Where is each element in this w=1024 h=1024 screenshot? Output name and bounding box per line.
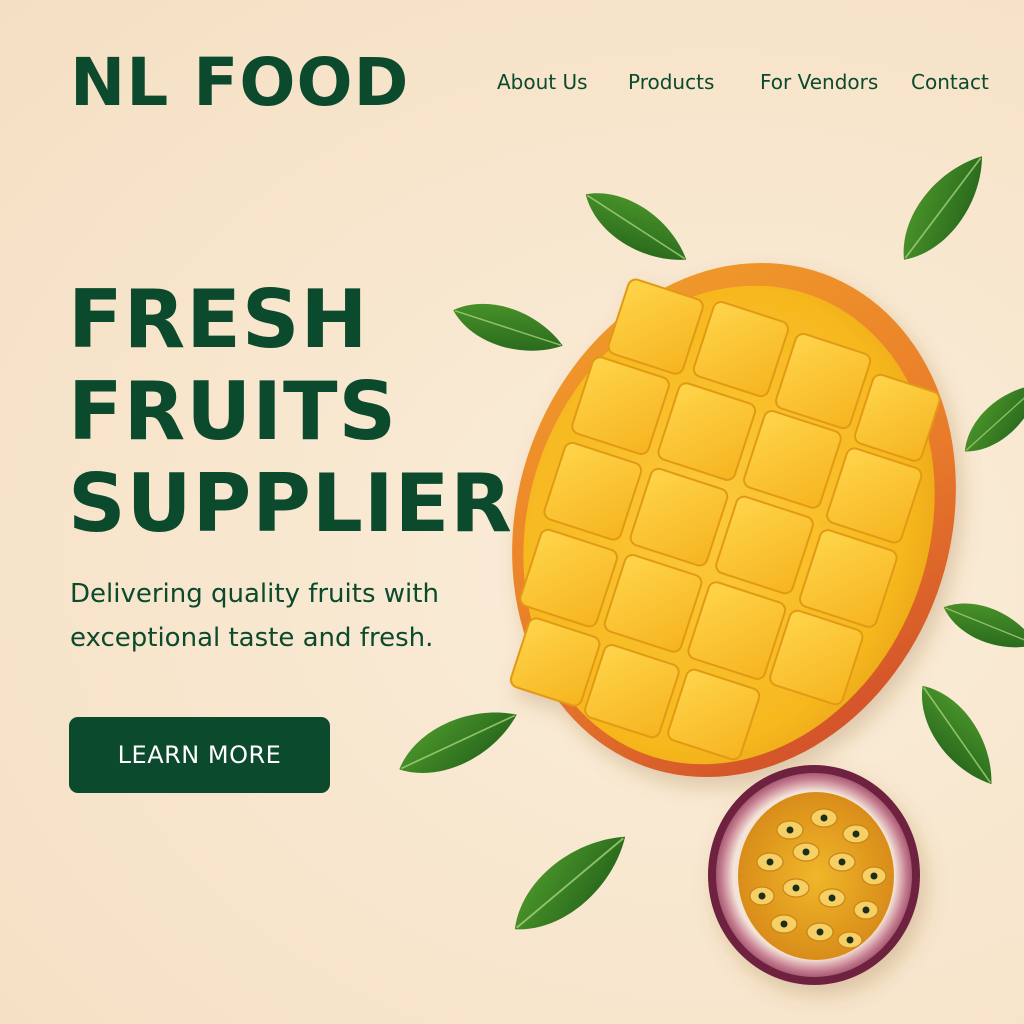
leaf-icon [885, 142, 1001, 274]
leaf-icon [952, 371, 1024, 465]
hero-tagline-line: Delivering quality fruits with [70, 579, 439, 609]
passion-fruit-icon [708, 765, 920, 985]
hero-tagline-line: exceptional taste and fresh. [70, 623, 434, 653]
hero-headline-line: FRESH [68, 273, 369, 366]
learn-more-button[interactable]: LEARN MORE [69, 717, 330, 793]
mango-icon [509, 262, 956, 778]
nav-for-vendors[interactable]: For Vendors [760, 70, 878, 94]
leaf-icon [498, 817, 642, 949]
nav-products[interactable]: Products [628, 70, 714, 94]
hero-headline: FRESH FRUITS SUPPLIER [68, 274, 513, 550]
leaf-icon [905, 673, 1009, 797]
nav-contact[interactable]: Contact [911, 70, 989, 94]
leaf-icon [389, 693, 527, 791]
nav-about-us[interactable]: About Us [497, 70, 588, 94]
hero-headline-line: FRUITS [68, 365, 398, 458]
main-nav: About Us Products For Vendors Contact [0, 70, 1024, 94]
hero-headline-line: SUPPLIER [68, 457, 513, 550]
leaf-icon [936, 590, 1024, 662]
hero-tagline: Delivering quality fruits with exception… [70, 572, 500, 660]
leaf-icon [573, 176, 699, 278]
